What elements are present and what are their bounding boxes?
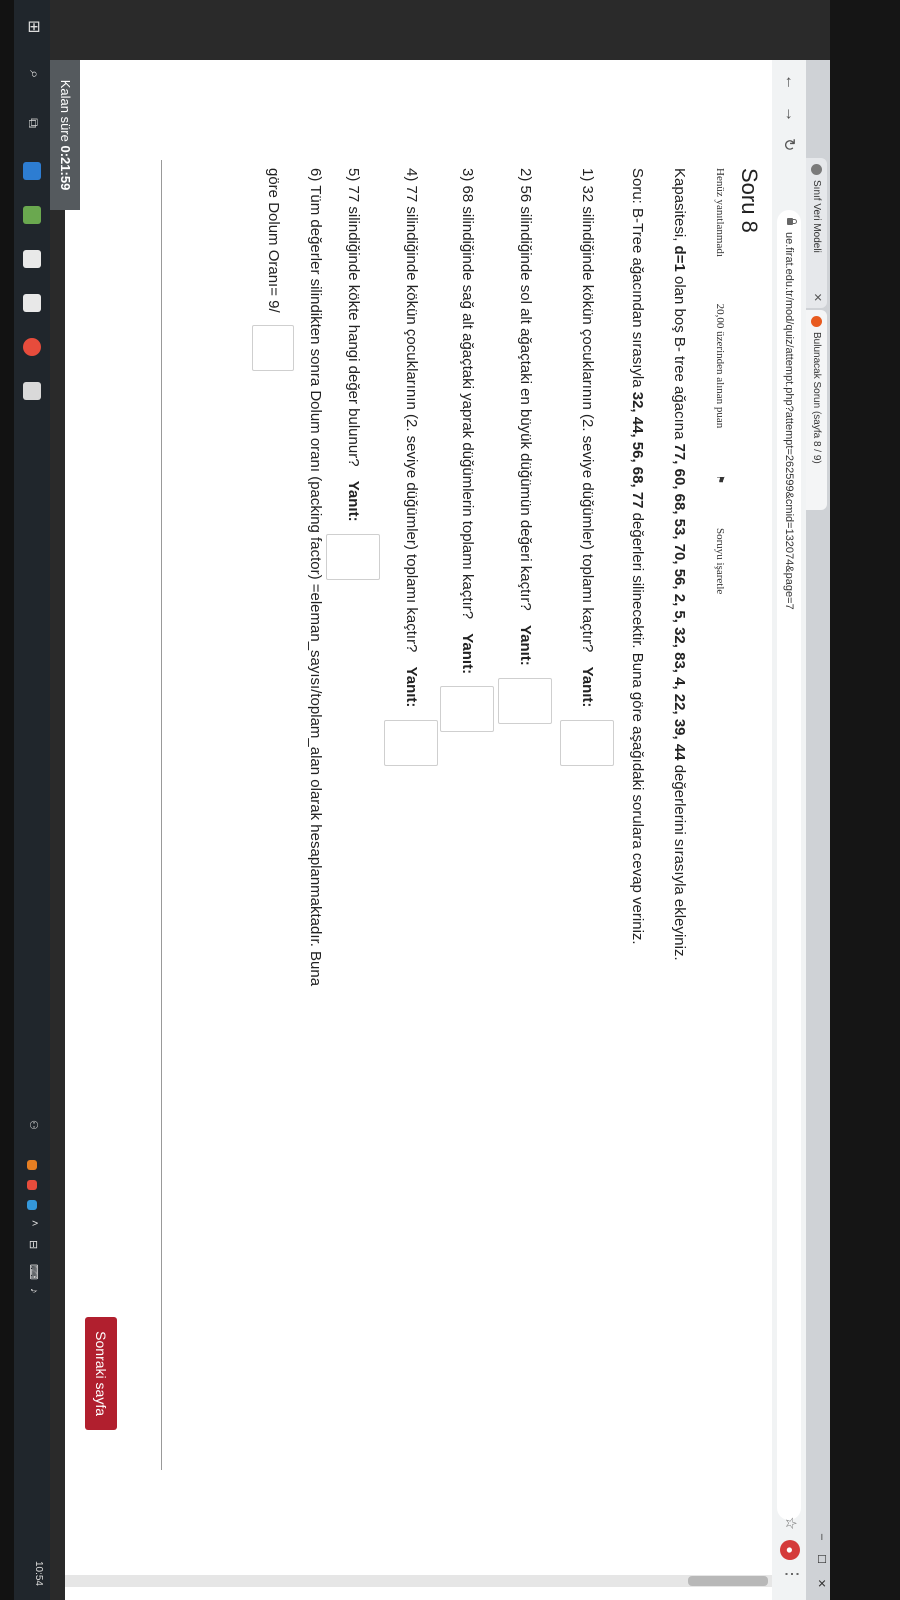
question-points: 20,00 üzerinden alınan puan (714, 303, 726, 429)
monitor-bezel-bottom (0, 0, 14, 1600)
tab-title: Bulunacak Sorun (sayfa 8 / 9) (811, 332, 822, 464)
question-item-6: 6) Tüm değerler silindikten sonra Dolum … (307, 168, 324, 986)
volume-icon[interactable]: ♪ (28, 1288, 40, 1294)
flag-icon: ⚑ (714, 475, 725, 484)
network-icon[interactable]: ⊟ (27, 1240, 40, 1249)
intro-suffix: değerlerini sırasıyla ekleyiniz. (671, 764, 688, 961)
question-item-3: 3) 68 silindiğinde sağ alt ağaçtaki yapr… (440, 168, 494, 733)
edge-icon[interactable] (23, 162, 41, 180)
keyboard-icon[interactable]: ⌨ (27, 1264, 40, 1280)
question-status: Henüz yanıtlanmadı (714, 168, 726, 257)
question-intro: Kapasitesi, d=1 olan boş B- tree ağacına… (671, 168, 688, 961)
answer-input-2[interactable] (498, 677, 552, 724)
task-view-icon[interactable]: ⧉ (25, 118, 42, 128)
browser-toolbar: ← → ↻ ue.firat.edu.tr/mod/quiz/attempt.p… (771, 60, 806, 1600)
task-prefix: Soru: B-Tree ağacından sırasıyla (629, 168, 646, 388)
intro-prefix: Kapasitesi, (671, 168, 688, 242)
answer-label: Yanıt: (403, 666, 421, 708)
browser-tab-2[interactable]: Bulunacak Sorun (sayfa 8 / 9) (806, 310, 827, 510)
divider (161, 160, 162, 1470)
browser-tab-bar: Sınıf Veri Modeli ✕ Bulunacak Sorun (say… (806, 60, 830, 1600)
question-meta: Henüz yanıtlanmadı 20,00 üzerinden alına… (714, 168, 726, 682)
task-values: 32, 44, 56, 68, 77 (629, 391, 646, 509)
question-item-1: 1) 32 silindiğinde kökün çocuklarının (2… (560, 168, 614, 766)
tray-app-icon[interactable] (27, 1160, 37, 1170)
monitor-screen: Sınıf Veri Modeli ✕ Bulunacak Sorun (say… (0, 0, 900, 1600)
back-arrow-icon[interactable]: ← (781, 74, 799, 90)
store-icon[interactable] (23, 250, 41, 268)
timer-value: 0:21:59 (58, 145, 73, 191)
question-item-4: 4) 77 silindiğinde kökün çocuklarının (2… (384, 168, 438, 766)
task-suffix: değerleri silinecektir. Buna göre aşağıd… (629, 512, 646, 945)
answer-label: Yanıt: (459, 633, 477, 675)
windows-start-icon[interactable]: ⊞ (24, 20, 44, 33)
menu-dots-icon[interactable]: ⋮ (782, 1566, 802, 1582)
maximize-icon[interactable]: ☐ (815, 1554, 828, 1564)
excel-icon[interactable] (23, 206, 41, 224)
answer-input-6[interactable] (252, 324, 294, 371)
monitor-bezel-top (830, 0, 900, 1600)
taskbar: ⊞ ⌕ ⧉ ⚇ ˄ ⊟ ⌨ ♪ 10:54 (14, 0, 50, 1600)
item6-prefix: göre Dolum Oranı= 9/ (265, 168, 283, 313)
tray-app-icon-2[interactable] (27, 1180, 37, 1190)
tab-favicon-icon (811, 164, 822, 175)
tab-close-icon[interactable]: ✕ (806, 293, 827, 302)
tab-title: Sınıf Veri Modeli (811, 180, 822, 253)
quiz-page: Soru 8 Henüz yanıtlanmadı 20,00 üzerinde… (65, 60, 772, 1600)
address-bar[interactable]: ue.firat.edu.tr/mod/quiz/attempt.php?att… (777, 210, 801, 1520)
people-icon[interactable]: ⚇ (27, 1120, 40, 1130)
minimize-icon[interactable]: – (816, 1534, 828, 1540)
item-text: 4) 77 silindiğinde kökün çocuklarının (2… (403, 168, 421, 653)
chrome-icon[interactable] (23, 338, 41, 356)
question-item-2: 2) 56 silindiğinde sol alt ağaçtaki en b… (498, 168, 552, 724)
search-icon[interactable]: ⌕ (26, 70, 43, 78)
intro-values: 77, 60, 68, 53, 70, 56, 2, 5, 32, 83, 4,… (671, 443, 688, 761)
item-text: 1) 32 silindiğinde kökün çocuklarının (2… (579, 168, 597, 653)
flag-question-link[interactable]: ⚑ Soruyu işaretle (714, 475, 726, 638)
answer-input-1[interactable] (560, 719, 614, 766)
forward-arrow-icon[interactable]: → (781, 106, 799, 122)
question-title: Soru 8 (737, 168, 762, 233)
browser-tab-1[interactable]: Sınıf Veri Modeli ✕ (806, 158, 827, 308)
item-text: 3) 68 silindiğinde sağ alt ağaçtaki yapr… (459, 168, 477, 620)
item-text: 5) 77 silindiğinde kökte hangi değer bul… (345, 168, 363, 467)
reload-icon[interactable]: ↻ (779, 138, 799, 151)
app-icon[interactable] (23, 382, 41, 400)
answer-input-4[interactable] (384, 719, 438, 766)
item6-text: 6) Tüm değerler silindikten sonra Dolum … (307, 168, 324, 987)
tray-app-icon-3[interactable] (27, 1200, 37, 1210)
lock-icon (787, 218, 793, 225)
mail-icon[interactable] (23, 294, 41, 312)
page-scrollbar[interactable] (65, 1575, 772, 1587)
taskbar-clock[interactable]: 10:54 (33, 1561, 44, 1586)
answer-label: Yanıt: (579, 666, 597, 708)
intro-mid: olan boş B- tree ağacına (671, 275, 688, 440)
close-window-icon[interactable]: ✕ (815, 1579, 828, 1588)
answer-input-3[interactable] (440, 686, 494, 733)
question-task: Soru: B-Tree ağacından sırasıyla 32, 44,… (629, 168, 646, 945)
timer-label: Kalan süre (58, 79, 73, 142)
remaining-time-box: Kalan süre 0:21:59 (50, 60, 80, 210)
bookmark-star-icon[interactable]: ☆ (782, 1517, 800, 1530)
item-text: 2) 56 silindiğinde sol alt ağaçtaki en b… (517, 168, 535, 611)
flag-label: Soruyu işaretle (714, 528, 726, 595)
profile-avatar[interactable]: ● (780, 1540, 800, 1560)
answer-label: Yanıt: (517, 624, 535, 666)
answer-label: Yanıt: (345, 480, 363, 522)
tray-chevron-icon[interactable]: ˄ (28, 1220, 40, 1226)
next-page-button[interactable]: Sonraki sayfa (85, 1317, 117, 1430)
intro-d: d=1 (671, 245, 688, 272)
tab-favicon-icon (811, 316, 822, 327)
scrollbar-thumb[interactable] (688, 1576, 768, 1586)
url-text: ue.firat.edu.tr/mod/quiz/attempt.php?att… (783, 232, 795, 610)
question-item-5: 5) 77 silindiğinde kökte hangi değer bul… (326, 168, 380, 580)
answer-input-5[interactable] (326, 533, 380, 580)
question-item-6-cont: göre Dolum Oranı= 9/ (252, 168, 294, 371)
